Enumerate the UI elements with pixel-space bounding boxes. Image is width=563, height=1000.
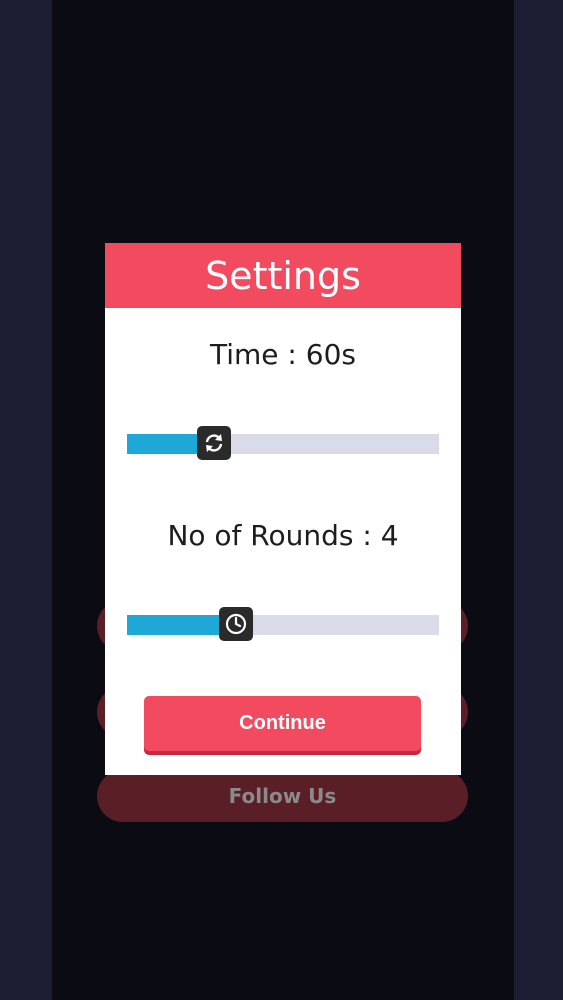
- continue-label: Continue: [239, 712, 326, 734]
- follow-us-label: Follow Us: [228, 784, 337, 808]
- rounds-slider-thumb[interactable]: [219, 607, 254, 641]
- modal-header: Settings: [105, 243, 461, 308]
- settings-modal: Settings Time : 60s No of Rounds : 4 Con…: [105, 243, 461, 775]
- rounds-slider[interactable]: [127, 607, 439, 641]
- refresh-icon: [206, 434, 223, 452]
- follow-us-button: Follow Us: [97, 770, 468, 822]
- modal-title: Settings: [205, 253, 361, 298]
- time-slider[interactable]: [127, 426, 439, 460]
- rounds-label: No of Rounds : 4: [167, 519, 399, 552]
- clock-icon: [226, 613, 247, 635]
- time-label: Time : 60s: [210, 338, 356, 371]
- time-slider-thumb[interactable]: [197, 426, 232, 460]
- continue-button[interactable]: Continue: [144, 696, 421, 751]
- left-gutter: [0, 0, 52, 1000]
- right-gutter: [514, 0, 563, 1000]
